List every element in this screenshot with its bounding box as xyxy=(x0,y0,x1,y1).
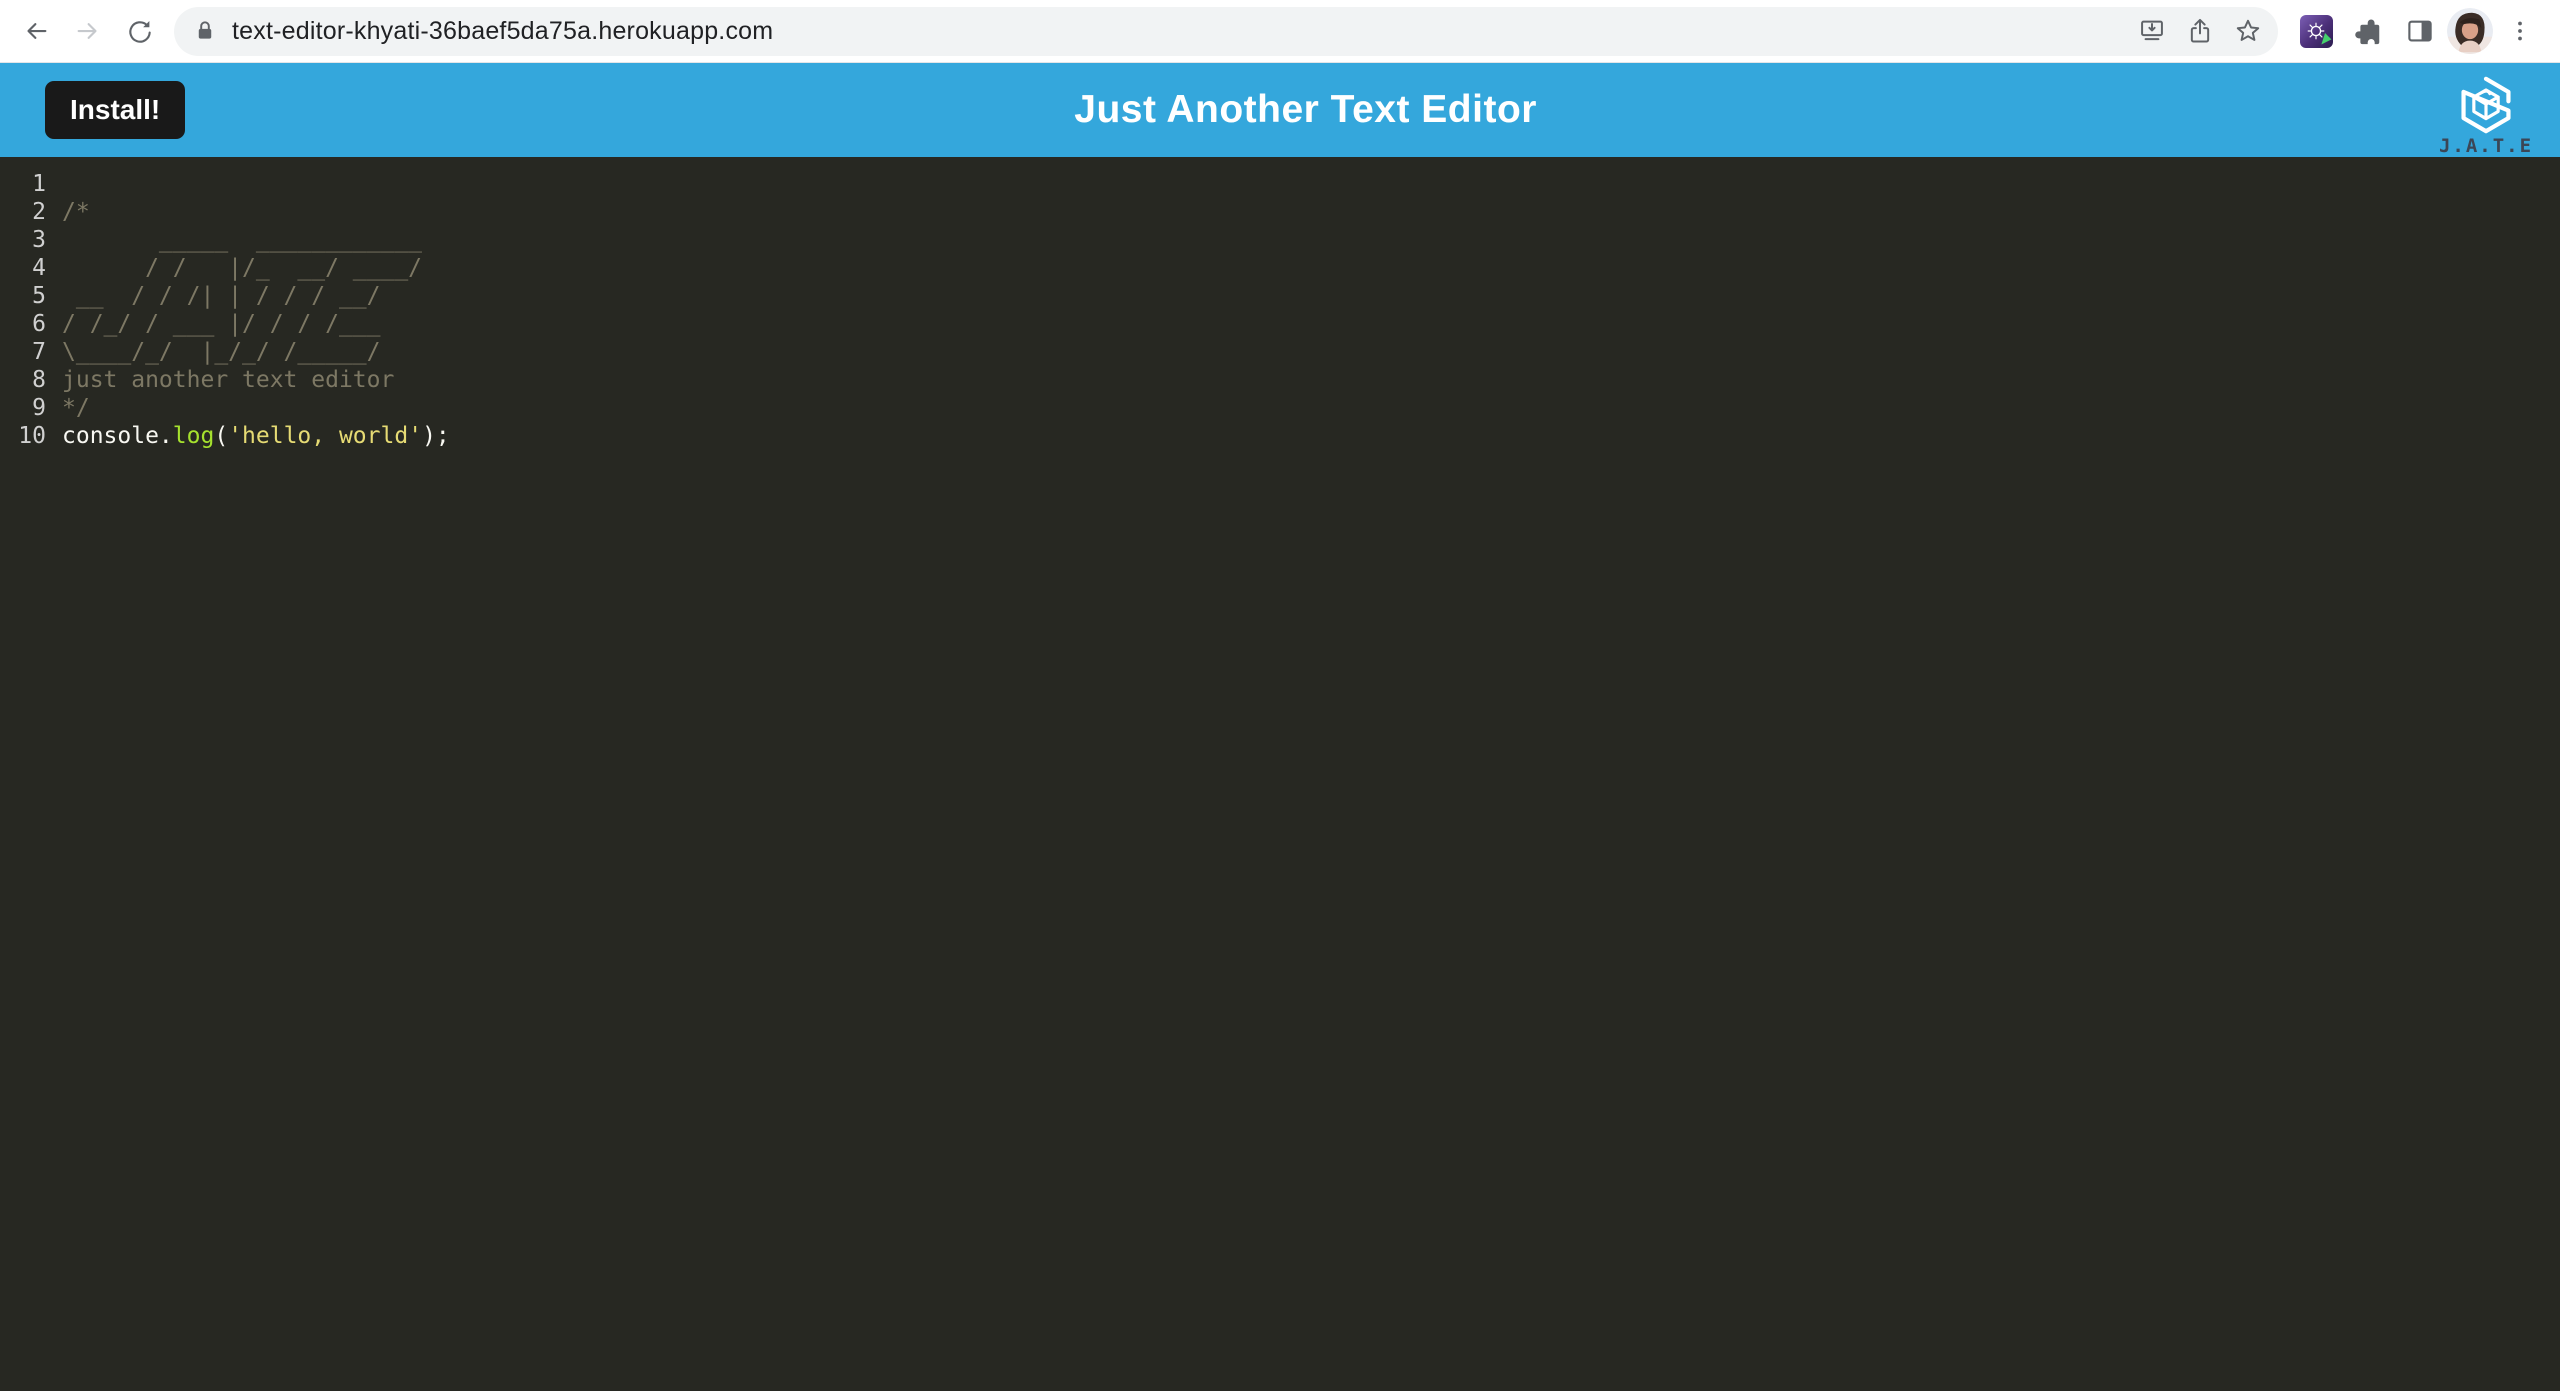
code-line[interactable]: 4 / / |/_ __/ ____/ xyxy=(0,254,2560,282)
menu-kebab-button[interactable] xyxy=(2494,5,2546,57)
code-segment: 'hello, world' xyxy=(228,423,422,449)
refresh-icon xyxy=(125,16,155,46)
lock-icon[interactable] xyxy=(192,18,218,44)
browser-window: text-editor-khyati-36baef5da75a.herokuap… xyxy=(0,0,2560,1391)
code-text xyxy=(46,170,62,198)
refresh-button[interactable] xyxy=(114,5,166,57)
line-number: 3 xyxy=(0,226,46,254)
code-segment: \____/_/ |_/_/ /_____/ xyxy=(62,339,381,365)
code-text: / / |/_ __/ ____/ xyxy=(46,254,422,282)
profile-avatar xyxy=(2447,8,2493,54)
code-line[interactable]: 1 xyxy=(0,170,2560,198)
code-segment: / / |/_ __/ ____/ xyxy=(62,255,422,281)
share-icon xyxy=(2186,17,2214,45)
code-segment: / /_/ / ___ |/ / / /___ xyxy=(62,311,381,337)
code-text: /* xyxy=(46,198,90,226)
page-title: Just Another Text Editor xyxy=(185,88,2426,132)
line-number: 8 xyxy=(0,366,46,394)
code-line[interactable]: 6 / /_/ / ___ |/ / / /___ xyxy=(0,310,2560,338)
bookmark-star-icon xyxy=(2234,17,2262,45)
forward-button[interactable] xyxy=(62,5,114,57)
line-number: 5 xyxy=(0,282,46,310)
code-segment: ); xyxy=(422,423,450,449)
code-segment: */ xyxy=(62,395,90,421)
jate-logo-label: J.A.T.E xyxy=(2439,137,2533,156)
install-app-button[interactable]: Install! xyxy=(45,81,185,139)
editor-lines: 12/*3 _____ ____________4 / / |/_ __/ __… xyxy=(0,170,2560,450)
extensions-puzzle-button[interactable] xyxy=(2342,5,2394,57)
install-page-button[interactable] xyxy=(2128,7,2176,55)
url-bar[interactable]: text-editor-khyati-36baef5da75a.herokuap… xyxy=(174,7,2278,56)
app-header: Install! Just Another Text Editor J.A.T.… xyxy=(0,63,2560,157)
line-number: 9 xyxy=(0,394,46,422)
code-segment: _____ ____________ xyxy=(62,227,422,253)
code-line[interactable]: 10console.log('hello, world'); xyxy=(0,422,2560,450)
line-number: 4 xyxy=(0,254,46,282)
kebab-menu-icon xyxy=(2505,16,2535,46)
jate-logo: J.A.T.E xyxy=(2426,63,2546,157)
forward-arrow-icon xyxy=(73,16,103,46)
code-segment: console. xyxy=(62,423,173,449)
hexagon-cube-logo-icon xyxy=(2459,76,2513,134)
chatgpt-extension-button[interactable] xyxy=(2290,5,2342,57)
line-number: 2 xyxy=(0,198,46,226)
profile-avatar-button[interactable] xyxy=(2446,7,2494,55)
code-editor[interactable]: 12/*3 _____ ____________4 / / |/_ __/ __… xyxy=(0,157,2560,1391)
code-segment: /* xyxy=(62,199,90,225)
line-number: 10 xyxy=(0,422,46,450)
url-text[interactable]: text-editor-khyati-36baef5da75a.herokuap… xyxy=(232,17,2128,46)
side-panel-icon xyxy=(2405,16,2435,46)
side-panel-button[interactable] xyxy=(2394,5,2446,57)
code-text: just another text editor xyxy=(46,366,394,394)
code-text: _____ ____________ xyxy=(46,226,422,254)
install-page-screen-icon xyxy=(2138,17,2166,45)
code-text: \____/_/ |_/_/ /_____/ xyxy=(46,338,381,366)
code-line[interactable]: 9 */ xyxy=(0,394,2560,422)
bookmark-star-button[interactable] xyxy=(2224,7,2272,55)
code-segment: log xyxy=(173,423,215,449)
share-button[interactable] xyxy=(2176,7,2224,55)
line-number: 1 xyxy=(0,170,46,198)
code-line[interactable]: 3 _____ ____________ xyxy=(0,226,2560,254)
line-number: 6 xyxy=(0,310,46,338)
puzzle-icon xyxy=(2353,16,2383,46)
back-button[interactable] xyxy=(10,5,62,57)
code-segment: ( xyxy=(214,423,228,449)
code-segment: __ / / /| | / / / __/ xyxy=(62,283,381,309)
line-number: 7 xyxy=(0,338,46,366)
back-arrow-icon xyxy=(21,16,51,46)
code-line[interactable]: 5 __ / / /| | / / / __/ xyxy=(0,282,2560,310)
code-text: console.log('hello, world'); xyxy=(46,422,450,450)
code-text: / /_/ / ___ |/ / / /___ xyxy=(46,310,381,338)
code-segment: just another text editor xyxy=(62,367,394,393)
code-text: __ / / /| | / / / __/ xyxy=(46,282,381,310)
code-line[interactable]: 2 /* xyxy=(0,198,2560,226)
chatgpt-extension-icon xyxy=(2300,15,2333,48)
browser-toolbar: text-editor-khyati-36baef5da75a.herokuap… xyxy=(0,0,2560,63)
toolbar-extensions-area xyxy=(2290,5,2546,57)
code-line[interactable]: 8 just another text editor xyxy=(0,366,2560,394)
code-line[interactable]: 7 \____/_/ |_/_/ /_____/ xyxy=(0,338,2560,366)
code-text: */ xyxy=(46,394,90,422)
